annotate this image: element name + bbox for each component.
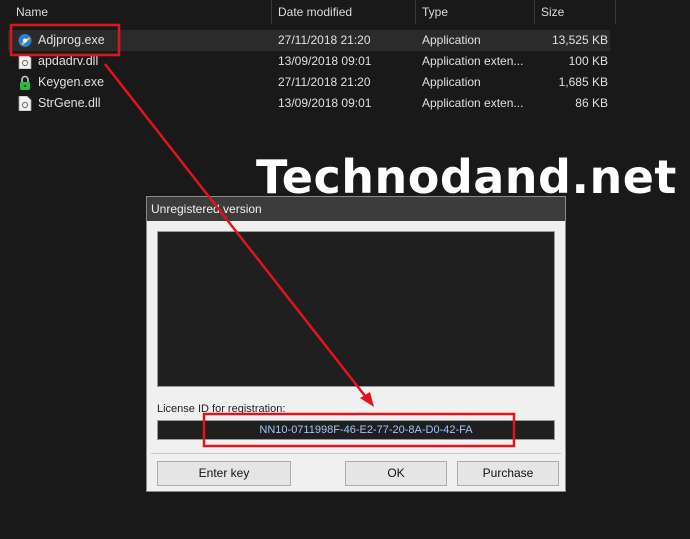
dialog-title: Unregistered version: [151, 202, 262, 216]
file-type: Application: [422, 75, 481, 89]
column-divider[interactable]: [615, 0, 616, 24]
ok-button[interactable]: OK: [345, 461, 447, 486]
unregistered-dialog: Unregistered version License ID for regi…: [146, 196, 566, 492]
file-date: 27/11/2018 21:20: [278, 75, 371, 89]
file-type: Application: [422, 33, 481, 47]
dll-file-icon: [18, 96, 32, 111]
column-header-name[interactable]: Name: [10, 0, 272, 24]
dll-file-icon: [18, 54, 32, 69]
file-row-apdadrv[interactable]: apdadrv.dll 13/09/2018 09:01 Application…: [8, 51, 610, 72]
file-row-strgene[interactable]: StrGene.dll 13/09/2018 09:01 Application…: [8, 93, 610, 114]
file-row-adjprog[interactable]: Adjprog.exe 27/11/2018 21:20 Application…: [8, 30, 610, 51]
dialog-divider: [151, 453, 561, 454]
file-type: Application exten...: [422, 96, 524, 110]
purchase-button[interactable]: Purchase: [457, 461, 559, 486]
license-id-field[interactable]: NN10-0711998F-46-E2-77-20-8A-D0-42-FA: [157, 420, 555, 440]
file-size: 100 KB: [568, 54, 608, 68]
file-name: apdadrv.dll: [38, 54, 99, 68]
file-name: StrGene.dll: [38, 96, 101, 110]
column-header-type[interactable]: Type: [416, 0, 534, 24]
file-name: Adjprog.exe: [38, 33, 105, 47]
column-header-bar: ⌃ Name Date modified Type Size: [0, 0, 690, 24]
file-type: Application exten...: [422, 54, 524, 68]
app-exe-icon: [18, 34, 32, 47]
dialog-log-panel: [157, 231, 555, 387]
dialog-title-bar[interactable]: Unregistered version: [147, 197, 565, 221]
keygen-lock-icon: [20, 75, 30, 90]
file-name: Keygen.exe: [38, 75, 105, 89]
file-date: 27/11/2018 21:20: [278, 33, 371, 47]
enter-key-button[interactable]: Enter key: [157, 461, 291, 486]
license-id-label: License ID for registration:: [157, 403, 286, 415]
column-header-size[interactable]: Size: [535, 0, 615, 24]
file-size: 1,685 KB: [558, 75, 608, 89]
file-size: 86 KB: [575, 96, 608, 110]
file-size: 13,525 KB: [551, 33, 608, 47]
file-row-keygen[interactable]: Keygen.exe 27/11/2018 21:20 Application …: [8, 72, 610, 93]
file-date: 13/09/2018 09:01: [278, 96, 372, 110]
file-date: 13/09/2018 09:01: [278, 54, 372, 68]
column-header-date-modified[interactable]: Date modified: [272, 0, 415, 24]
